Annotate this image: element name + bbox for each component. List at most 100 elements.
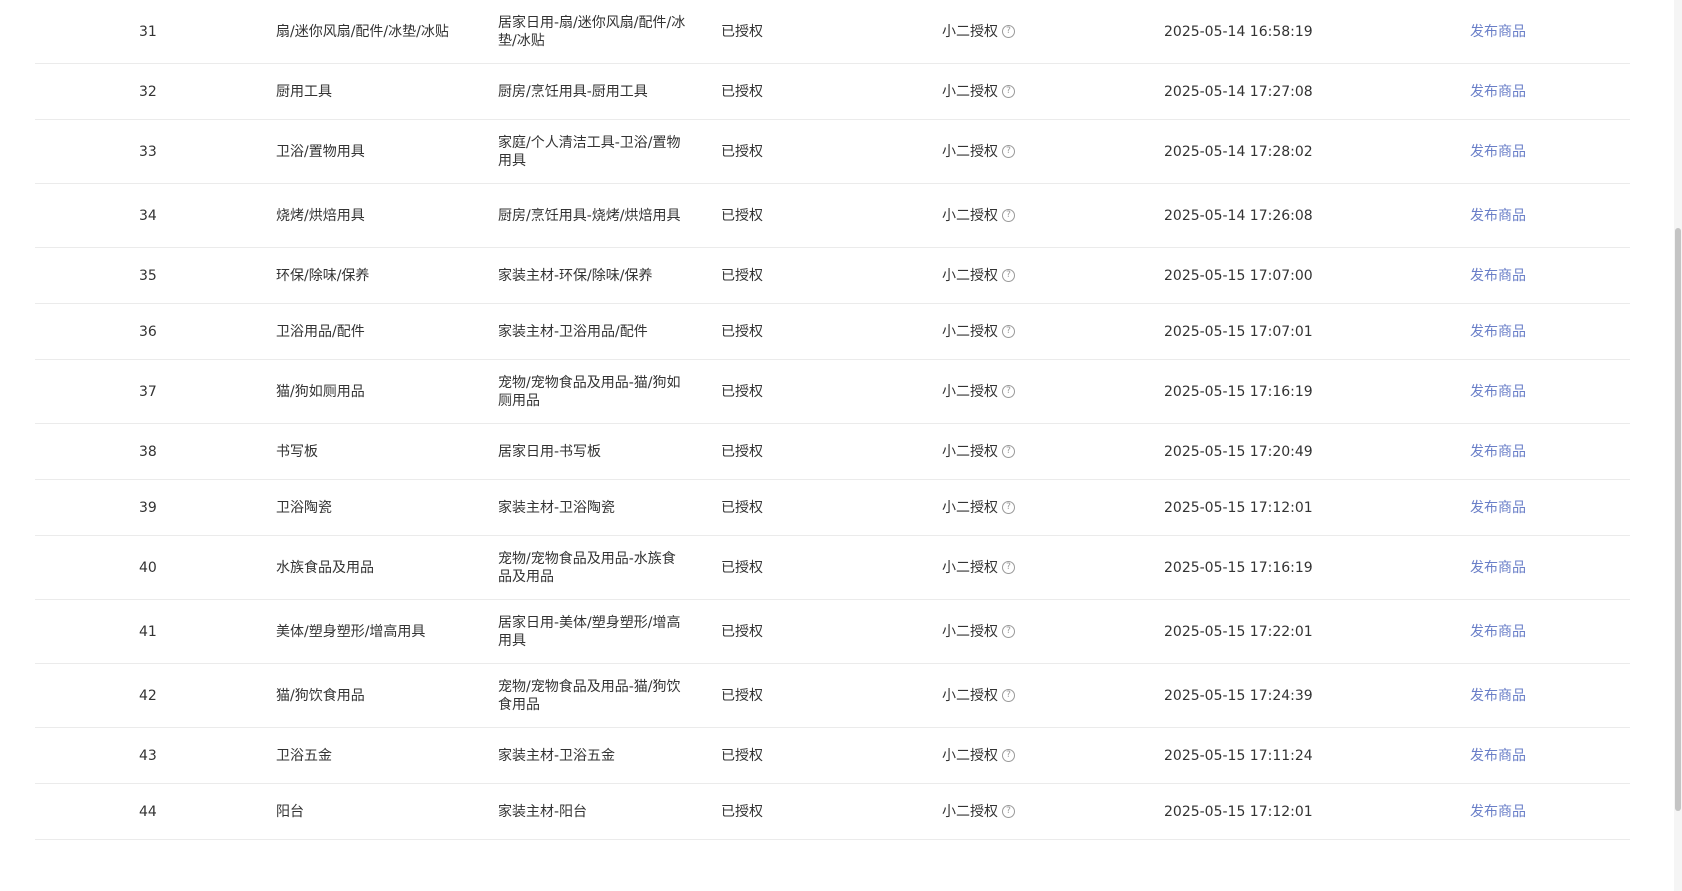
- help-icon[interactable]: ?: [1002, 445, 1015, 458]
- status-text: 已授权: [721, 559, 763, 576]
- category-name: 水族食品及用品: [276, 559, 374, 576]
- status-text: 已授权: [721, 267, 763, 284]
- help-icon[interactable]: ?: [1002, 209, 1015, 222]
- auth-time: 2025-05-14 17:27:08: [1164, 83, 1313, 100]
- category-name: 扇/迷你风扇/配件/冰垫/冰贴: [276, 23, 449, 40]
- help-icon[interactable]: ?: [1002, 85, 1015, 98]
- category-name: 猫/狗如厕用品: [276, 383, 365, 400]
- auth-type: 小二授权?: [942, 207, 1015, 225]
- category-name: 环保/除味/保养: [276, 267, 370, 284]
- status-text: 已授权: [721, 687, 763, 704]
- auth-time: 2025-05-15 17:07:00: [1164, 267, 1313, 284]
- publish-product-link[interactable]: 发布商品: [1470, 623, 1526, 641]
- auth-type: 小二授权?: [942, 83, 1015, 101]
- row-index: 37: [139, 383, 157, 400]
- row-index: 39: [139, 499, 157, 516]
- help-icon[interactable]: ?: [1002, 385, 1015, 398]
- publish-product-link[interactable]: 发布商品: [1470, 323, 1526, 341]
- category-path: 宠物/宠物食品及用品-猫/狗饮食用品: [498, 678, 681, 713]
- table-row: 40 水族食品及用品 宠物/宠物食品及用品-水族食品及用品 已授权 小二授权? …: [35, 536, 1630, 600]
- status-text: 已授权: [721, 623, 763, 640]
- auth-time: 2025-05-15 17:24:39: [1164, 687, 1313, 704]
- category-path: 宠物/宠物食品及用品-猫/狗如厕用品: [498, 374, 681, 409]
- auth-time: 2025-05-15 17:12:01: [1164, 499, 1313, 516]
- auth-type-label: 小二授权: [942, 687, 998, 704]
- help-icon[interactable]: ?: [1002, 805, 1015, 818]
- publish-product-link[interactable]: 发布商品: [1470, 803, 1526, 821]
- table-row: 31 扇/迷你风扇/配件/冰垫/冰贴 居家日用-扇/迷你风扇/配件/冰垫/冰贴 …: [35, 0, 1630, 64]
- help-icon[interactable]: ?: [1002, 325, 1015, 338]
- auth-type-label: 小二授权: [942, 499, 998, 516]
- vertical-scrollbar[interactable]: [1674, 0, 1682, 891]
- publish-product-link[interactable]: 发布商品: [1470, 687, 1526, 705]
- row-index: 32: [139, 83, 157, 100]
- help-icon[interactable]: ?: [1002, 269, 1015, 282]
- status-text: 已授权: [721, 499, 763, 516]
- publish-product-link[interactable]: 发布商品: [1470, 443, 1526, 461]
- help-icon[interactable]: ?: [1002, 561, 1015, 574]
- category-name: 卫浴五金: [276, 747, 332, 764]
- publish-product-link[interactable]: 发布商品: [1470, 559, 1526, 577]
- auth-type: 小二授权?: [942, 623, 1015, 641]
- auth-type: 小二授权?: [942, 23, 1015, 41]
- category-path: 居家日用-书写板: [498, 443, 602, 460]
- category-path: 厨房/烹饪用具-厨用工具: [498, 83, 648, 100]
- table-row: 41 美体/塑身塑形/增高用具 居家日用-美体/塑身塑形/增高用具 已授权 小二…: [35, 600, 1630, 664]
- publish-product-link[interactable]: 发布商品: [1470, 499, 1526, 517]
- row-index: 35: [139, 267, 157, 284]
- auth-time: 2025-05-15 17:07:01: [1164, 323, 1313, 340]
- help-icon[interactable]: ?: [1002, 25, 1015, 38]
- auth-type-label: 小二授权: [942, 623, 998, 640]
- auth-type-label: 小二授权: [942, 383, 998, 400]
- table-row: 43 卫浴五金 家装主材-卫浴五金 已授权 小二授权? 2025-05-15 1…: [35, 728, 1630, 784]
- row-index: 31: [139, 23, 157, 40]
- category-path: 家装主材-卫浴用品/配件: [498, 323, 648, 340]
- publish-product-link[interactable]: 发布商品: [1470, 143, 1526, 161]
- status-text: 已授权: [721, 747, 763, 764]
- publish-product-link[interactable]: 发布商品: [1470, 23, 1526, 41]
- row-index: 41: [139, 623, 157, 640]
- help-icon[interactable]: ?: [1002, 625, 1015, 638]
- category-table: 31 扇/迷你风扇/配件/冰垫/冰贴 居家日用-扇/迷你风扇/配件/冰垫/冰贴 …: [35, 0, 1630, 840]
- category-name: 厨用工具: [276, 83, 332, 100]
- scrollbar-thumb[interactable]: [1675, 228, 1681, 811]
- help-icon[interactable]: ?: [1002, 145, 1015, 158]
- auth-type: 小二授权?: [942, 383, 1015, 401]
- help-icon[interactable]: ?: [1002, 689, 1015, 702]
- table-row: 33 卫浴/置物用具 家庭/个人清洁工具-卫浴/置物用具 已授权 小二授权? 2…: [35, 120, 1630, 184]
- auth-time: 2025-05-15 17:16:19: [1164, 383, 1313, 400]
- publish-product-link[interactable]: 发布商品: [1470, 207, 1526, 225]
- publish-product-link[interactable]: 发布商品: [1470, 267, 1526, 285]
- publish-product-link[interactable]: 发布商品: [1470, 747, 1526, 765]
- row-index: 40: [139, 559, 157, 576]
- table-row: 32 厨用工具 厨房/烹饪用具-厨用工具 已授权 小二授权? 2025-05-1…: [35, 64, 1630, 120]
- status-text: 已授权: [721, 323, 763, 340]
- row-index: 44: [139, 803, 157, 820]
- auth-type-label: 小二授权: [942, 207, 998, 224]
- help-icon[interactable]: ?: [1002, 749, 1015, 762]
- category-path: 居家日用-美体/塑身塑形/增高用具: [498, 614, 681, 649]
- table-row: 37 猫/狗如厕用品 宠物/宠物食品及用品-猫/狗如厕用品 已授权 小二授权? …: [35, 360, 1630, 424]
- auth-type: 小二授权?: [942, 747, 1015, 765]
- auth-type: 小二授权?: [942, 443, 1015, 461]
- row-index: 43: [139, 747, 157, 764]
- auth-type-label: 小二授权: [942, 323, 998, 340]
- auth-type: 小二授权?: [942, 687, 1015, 705]
- table-row: 39 卫浴陶瓷 家装主材-卫浴陶瓷 已授权 小二授权? 2025-05-15 1…: [35, 480, 1630, 536]
- table-row: 35 环保/除味/保养 家装主材-环保/除味/保养 已授权 小二授权? 2025…: [35, 248, 1630, 304]
- auth-type-label: 小二授权: [942, 559, 998, 576]
- auth-time: 2025-05-14 16:58:19: [1164, 23, 1313, 40]
- auth-type: 小二授权?: [942, 803, 1015, 821]
- status-text: 已授权: [721, 803, 763, 820]
- publish-product-link[interactable]: 发布商品: [1470, 383, 1526, 401]
- category-path: 厨房/烹饪用具-烧烤/烘焙用具: [498, 207, 681, 224]
- category-path: 宠物/宠物食品及用品-水族食品及用品: [498, 550, 676, 585]
- table-row: 38 书写板 居家日用-书写板 已授权 小二授权? 2025-05-15 17:…: [35, 424, 1630, 480]
- auth-type: 小二授权?: [942, 499, 1015, 517]
- auth-type: 小二授权?: [942, 323, 1015, 341]
- category-path: 家装主材-阳台: [498, 803, 588, 820]
- auth-type-label: 小二授权: [942, 803, 998, 820]
- help-icon[interactable]: ?: [1002, 501, 1015, 514]
- category-path: 家装主材-卫浴五金: [498, 747, 616, 764]
- publish-product-link[interactable]: 发布商品: [1470, 83, 1526, 101]
